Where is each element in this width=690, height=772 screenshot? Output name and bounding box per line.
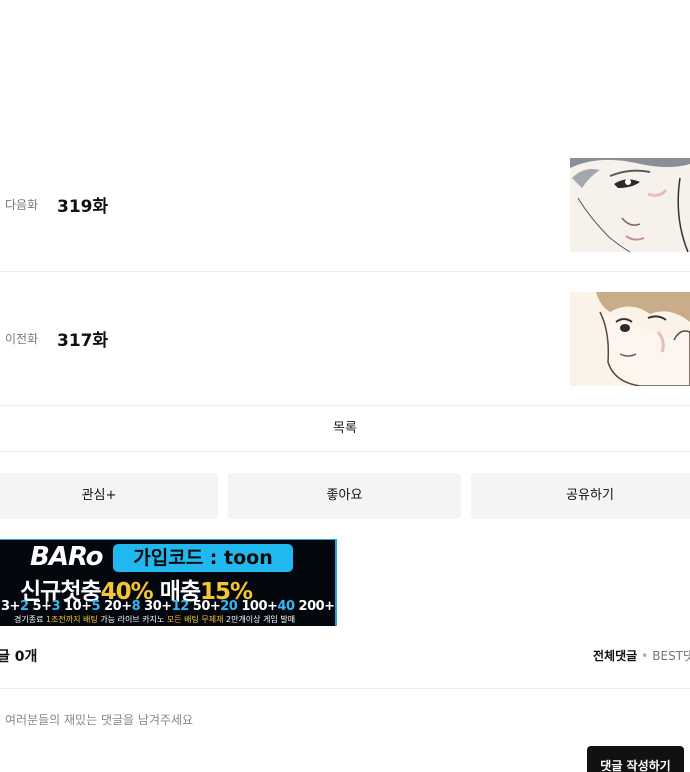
- next-episode-kind: 다음화: [5, 198, 39, 212]
- comment-input[interactable]: [0, 700, 585, 740]
- interest-button[interactable]: 관심+: [0, 473, 218, 519]
- comment-sort-tabs: 전체댓글 •BEST댓글: [593, 647, 690, 664]
- comment-divider: [0, 688, 690, 689]
- comment-count: 글 0개: [0, 649, 38, 665]
- next-episode-row[interactable]: 다음화 319화: [0, 140, 690, 272]
- share-button[interactable]: 공유하기: [471, 473, 690, 519]
- previous-episode-thumbnail[interactable]: [570, 292, 690, 386]
- banner-fine-print: 경기종료 1조전까지 배팅 가능 라이브 카지노 모든 배팅 무제재 2만개이상…: [14, 615, 296, 624]
- tab-all-comments[interactable]: 전체댓글: [593, 649, 637, 663]
- previous-episode-kind: 이전화: [5, 332, 39, 346]
- casino-ad-banner[interactable]: BARo 가입코드 : toon 신규첫충40% 매충15% 3+2 5+3 1…: [0, 539, 337, 626]
- next-episode-thumbnail[interactable]: [570, 158, 690, 252]
- previous-episode-row[interactable]: 이전화 317화: [0, 274, 690, 406]
- episode-list-button[interactable]: 목록: [0, 406, 690, 452]
- previous-episode-title: 317화: [57, 331, 109, 351]
- tab-separator: •: [641, 649, 649, 663]
- banner-logo: BARo: [30, 542, 104, 572]
- write-comment-button[interactable]: 댓글 작성하기: [587, 746, 684, 772]
- tab-best-comments[interactable]: BEST댓글: [652, 649, 690, 663]
- next-episode-title: 319화: [57, 197, 109, 217]
- content-blank-area: [0, 0, 690, 140]
- episode-viewer-footer: 다음화 319화 이전화 317화 목록 관심+ 좋아요 공유하기 BARo 가…: [0, 0, 690, 772]
- like-button[interactable]: 좋아요: [228, 473, 461, 519]
- banner-bonus-table: 3+2 5+3 10+5 20+8 30+12 50+20 100+40 200…: [1, 599, 335, 614]
- banner-signup-code: 가입코드 : toon: [113, 544, 293, 572]
